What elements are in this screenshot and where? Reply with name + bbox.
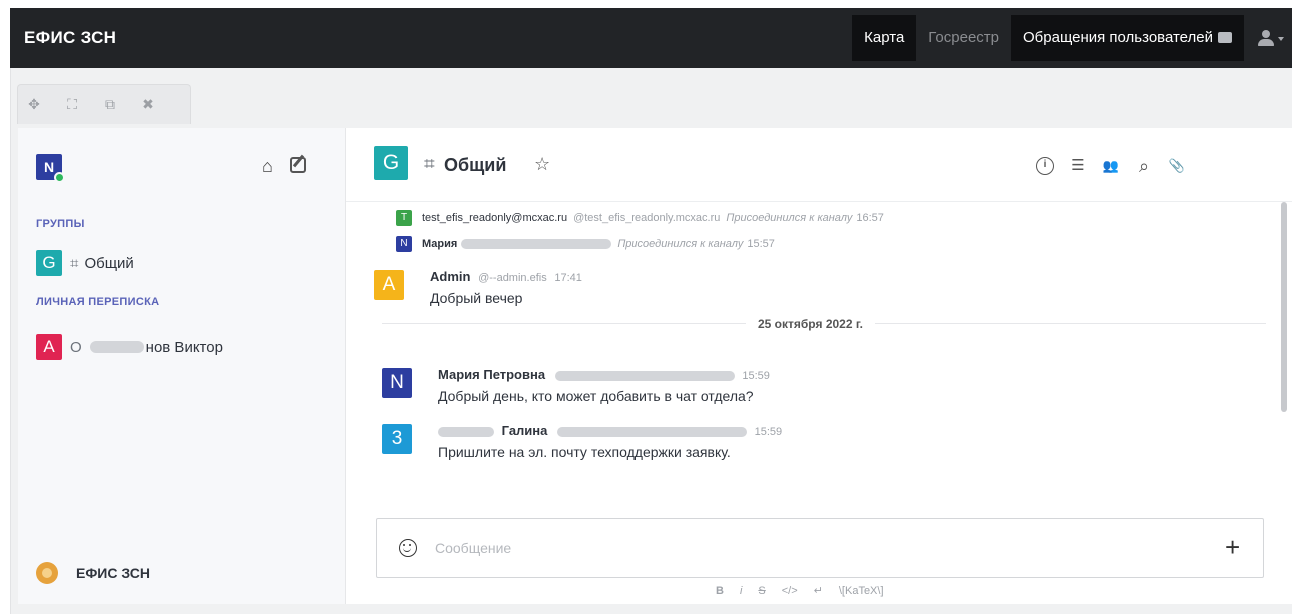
- message-text: Добрый день, кто может добавить в чат от…: [438, 388, 754, 404]
- system-time: 15:57: [747, 238, 775, 250]
- date-divider: 25 октября 2022 г.: [746, 317, 875, 331]
- redacted-text: [554, 370, 735, 381]
- sidebar-item-label: Общий: [84, 254, 134, 272]
- avatar[interactable]: A: [374, 270, 404, 300]
- system-user[interactable]: Мария: [422, 238, 457, 250]
- message-header: Галина 15:59: [438, 423, 782, 438]
- online-status-icon: [54, 172, 65, 183]
- section-direct-messages: ЛИЧНАЯ ПЕРЕПИСКА: [36, 296, 160, 308]
- message-time: 17:41: [554, 272, 582, 284]
- chat-icon: [1218, 32, 1232, 43]
- room-avatar: G: [36, 250, 62, 276]
- external-link-icon[interactable]: ⧉: [102, 96, 118, 113]
- sidebar-item-label: нов Виктор: [145, 338, 223, 356]
- scrollbar[interactable]: [1281, 202, 1287, 492]
- move-icon[interactable]: ✥: [26, 96, 42, 113]
- avatar[interactable]: N: [382, 368, 412, 398]
- edit-icon[interactable]: [290, 157, 306, 173]
- top-navbar: ЕФИС ЗСН Карта Госреестр Обращения польз…: [10, 8, 1292, 68]
- threads-icon[interactable]: ☰: [1069, 157, 1087, 175]
- room-toolbar: i ☰ 👥 ⌕ 📎: [1036, 157, 1186, 175]
- message-author[interactable]: Мария Петровна: [438, 367, 545, 382]
- paperclip-icon[interactable]: 📎: [1168, 157, 1186, 175]
- window-controls: ✥ ⛶ ⧉ ✖: [17, 84, 191, 124]
- redacted-text: [438, 426, 494, 437]
- message-input[interactable]: [435, 533, 1195, 563]
- sidebar: N ⌂ ГРУППЫ G ⌗ Общий ЛИЧНАЯ ПЕРЕПИСКА A …: [18, 128, 346, 604]
- add-attachment-button[interactable]: +: [1225, 532, 1240, 562]
- scrollbar-thumb[interactable]: [1281, 202, 1287, 412]
- nav-item-map[interactable]: Карта: [852, 15, 917, 61]
- message-author[interactable]: Admin: [430, 269, 470, 284]
- room-title: Общий: [444, 155, 507, 175]
- message-author[interactable]: Галина: [502, 423, 548, 438]
- message-time: 15:59: [754, 426, 783, 438]
- avatar: N: [396, 236, 412, 252]
- sidebar-item-general[interactable]: G ⌗ Общий: [36, 250, 134, 276]
- caret-down-icon: [1278, 37, 1284, 41]
- strike-icon[interactable]: S: [758, 585, 765, 597]
- nav-item-user-requests[interactable]: Обращения пользователей: [1011, 15, 1244, 61]
- search-icon[interactable]: ⌕: [1135, 157, 1153, 175]
- system-user[interactable]: test_efis_readonly@mcxac.ru: [422, 212, 567, 224]
- system-username: @test_efis_readonly.mcxac.ru: [573, 212, 721, 224]
- avatar: T: [396, 210, 412, 226]
- avatar[interactable]: 3: [382, 424, 412, 454]
- message-header: Мария Петровна 15:59: [438, 367, 770, 382]
- dm-prefix: О: [70, 338, 82, 356]
- expand-icon[interactable]: ⛶: [64, 96, 80, 113]
- katex-button[interactable]: \[KaTeX\]: [839, 585, 884, 597]
- hash-icon: ⌗: [70, 254, 79, 272]
- members-icon[interactable]: 👥: [1102, 157, 1120, 175]
- redacted-text: [461, 239, 612, 249]
- message-header: Admin @--admin.efis 17:41: [430, 269, 582, 284]
- system-time: 16:57: [856, 212, 884, 224]
- system-action: Присоединился к каналу: [617, 238, 744, 250]
- room-avatar: G: [374, 146, 408, 180]
- top-nav: Карта Госреестр Обращения пользователей: [852, 15, 1292, 61]
- italic-icon[interactable]: i: [740, 585, 742, 597]
- user-menu[interactable]: [1244, 15, 1292, 61]
- star-icon[interactable]: ☆: [534, 154, 550, 175]
- code-icon[interactable]: </>: [782, 585, 798, 597]
- nav-item-user-requests-label: Обращения пользователей: [1023, 29, 1213, 46]
- room-header: G ⌗ Общий ☆ i ☰ 👥 ⌕ 📎: [346, 128, 1292, 202]
- close-icon[interactable]: ✖: [140, 96, 156, 113]
- user-icon: [1262, 30, 1270, 38]
- system-message: T test_efis_readonly@mcxac.ru @test_efis…: [396, 210, 884, 226]
- emoji-icon[interactable]: [399, 539, 417, 557]
- chat-panel: G ⌗ Общий ☆ i ☰ 👥 ⌕ 📎 T test_efis_readon…: [346, 128, 1292, 604]
- system-action: Присоединился к каналу: [726, 212, 853, 224]
- message-time: 15:59: [742, 370, 770, 382]
- section-groups: ГРУППЫ: [36, 218, 85, 230]
- workspace-name: ЕФИС ЗСН: [76, 565, 150, 581]
- message-text: Пришлите на эл. почту техподдержки заявк…: [438, 444, 731, 460]
- dm-avatar: A: [36, 334, 62, 360]
- info-icon[interactable]: i: [1036, 157, 1054, 175]
- sidebar-item-dm[interactable]: A О нов Виктор: [36, 334, 223, 360]
- bold-icon[interactable]: B: [716, 585, 724, 597]
- multiline-icon[interactable]: ↵: [814, 584, 823, 597]
- hash-icon: ⌗: [424, 154, 435, 175]
- message-text: Добрый вечер: [430, 290, 523, 306]
- message-username: @--admin.efis: [478, 272, 547, 284]
- redacted-text: [557, 426, 748, 437]
- app-title: ЕФИС ЗСН: [24, 28, 117, 47]
- redacted-text: [89, 341, 144, 353]
- workspace-logo-icon: [36, 562, 58, 584]
- system-message: N Мария Присоединился к каналу 15:57: [396, 236, 775, 252]
- message-list: T test_efis_readonly@mcxac.ru @test_efis…: [346, 202, 1292, 512]
- format-toolbar: B i S </> ↵ \[KaTeX\]: [716, 584, 884, 598]
- user-icon-body: [1258, 39, 1274, 46]
- message-composer: +: [376, 518, 1264, 578]
- workspace-footer[interactable]: ЕФИС ЗСН: [36, 562, 150, 584]
- home-icon[interactable]: ⌂: [262, 156, 273, 177]
- nav-item-registry[interactable]: Госреестр: [916, 15, 1011, 61]
